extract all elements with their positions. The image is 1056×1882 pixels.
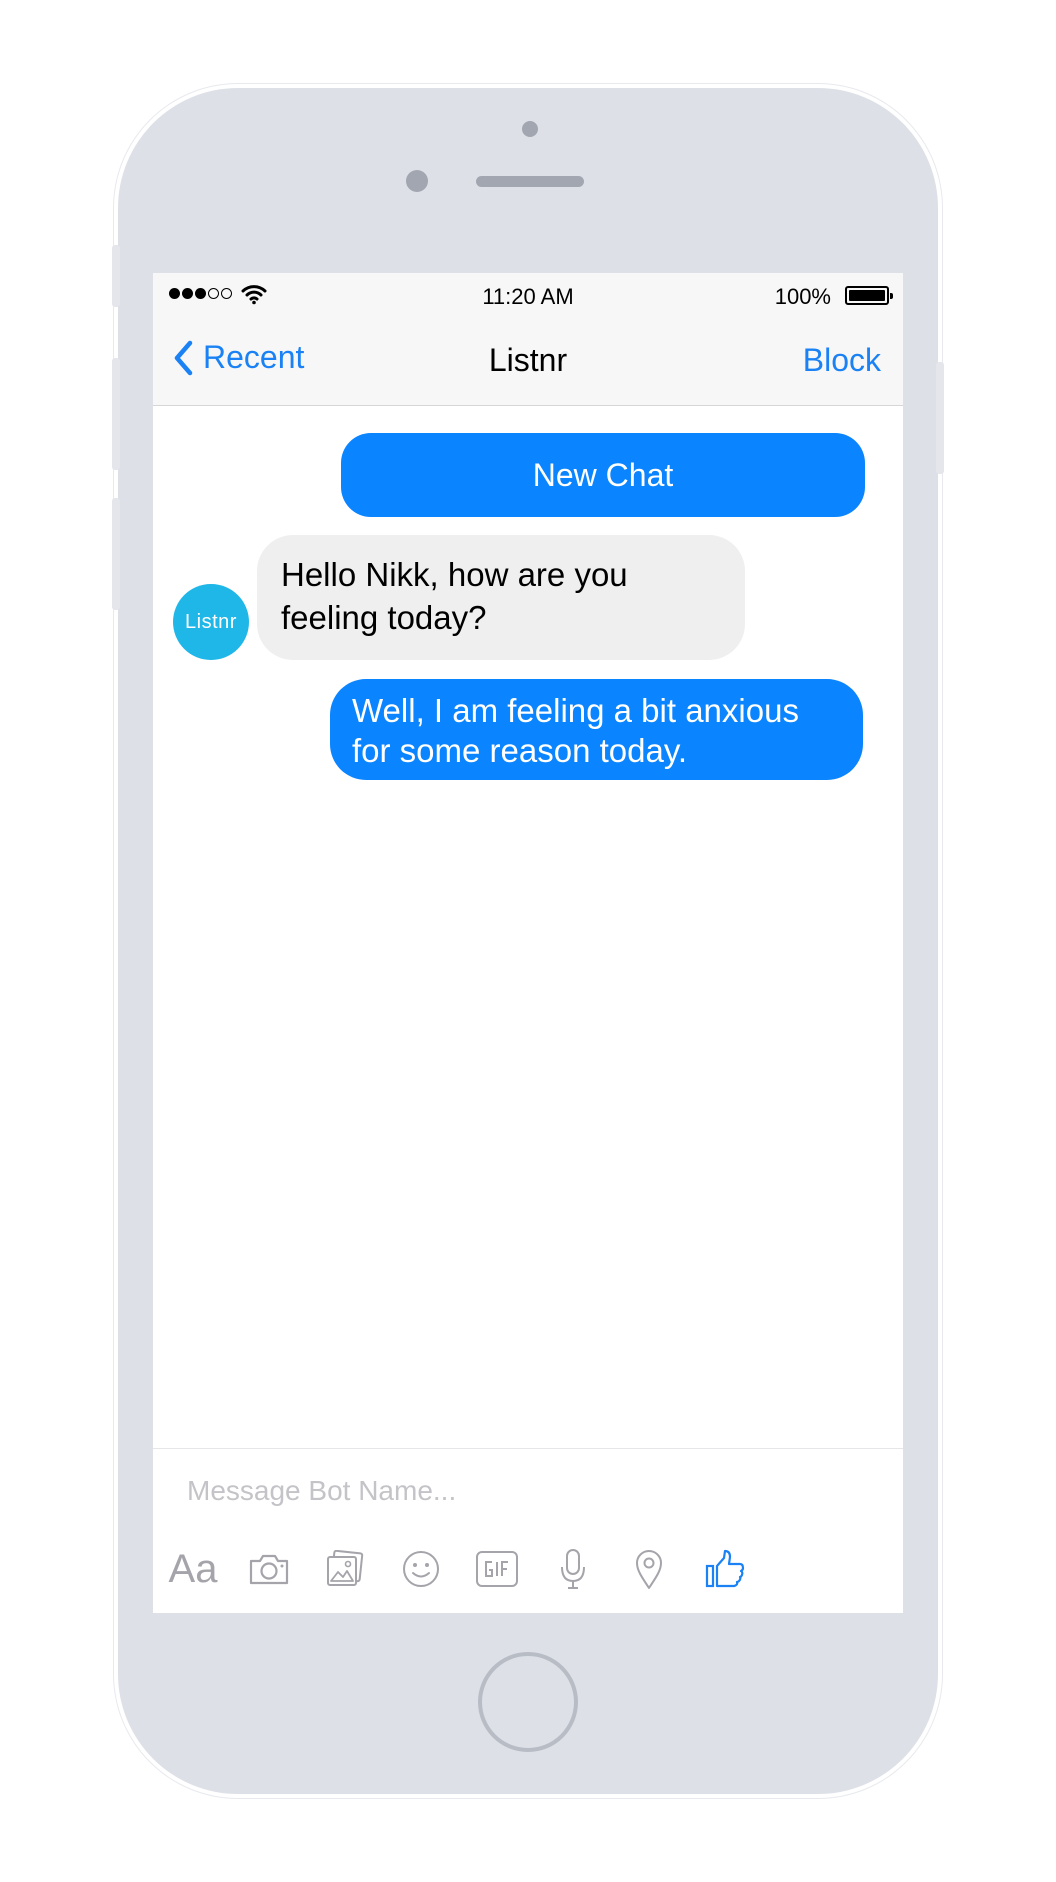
message-input[interactable] [187,1471,867,1511]
microphone-icon [561,1549,585,1589]
composer-toolbar: Aa [153,1539,903,1599]
incoming-message-bubble: Hello Nikk, how are you feeling today? [257,535,745,660]
volume-up-button [112,358,120,470]
mute-switch [112,245,120,307]
status-bar: 11:20 AM 100% [153,273,903,317]
proximity-sensor [522,121,538,137]
location-button[interactable] [619,1539,679,1599]
location-icon [636,1550,662,1589]
home-button[interactable] [478,1652,578,1752]
navigation-bar: Recent Listnr Block [153,317,903,406]
gif-icon [476,1551,518,1587]
volume-down-button [112,498,120,610]
outgoing-message-bubble: Well, I am feeling a bit anxious for som… [330,679,863,780]
avatar: Listnr [173,584,249,660]
new-chat-button[interactable]: New Chat [341,433,865,517]
text-format-label: Aa [168,1546,218,1591]
photo-button[interactable] [315,1539,375,1599]
camera-button[interactable] [239,1539,299,1599]
emoji-icon [403,1551,439,1587]
power-button [936,362,944,474]
gif-button[interactable] [467,1539,527,1599]
block-button[interactable]: Block [803,342,881,379]
thumbs-up-icon [705,1549,745,1588]
text-format-button[interactable]: Aa [163,1539,223,1599]
battery-percentage: 100% [774,284,831,309]
front-camera [406,170,428,192]
message-composer: Aa [153,1448,903,1613]
photo-icon [327,1550,364,1586]
camera-icon [249,1554,289,1585]
like-button[interactable] [695,1539,755,1599]
earpiece-speaker [476,176,584,187]
voice-button[interactable] [543,1539,603,1599]
conversation-title: Listnr [488,342,568,378]
battery-icon [845,286,893,305]
screen: 11:20 AM 100% Recent Listnr Block New Ch… [153,273,903,1613]
emoji-button[interactable] [391,1539,451,1599]
